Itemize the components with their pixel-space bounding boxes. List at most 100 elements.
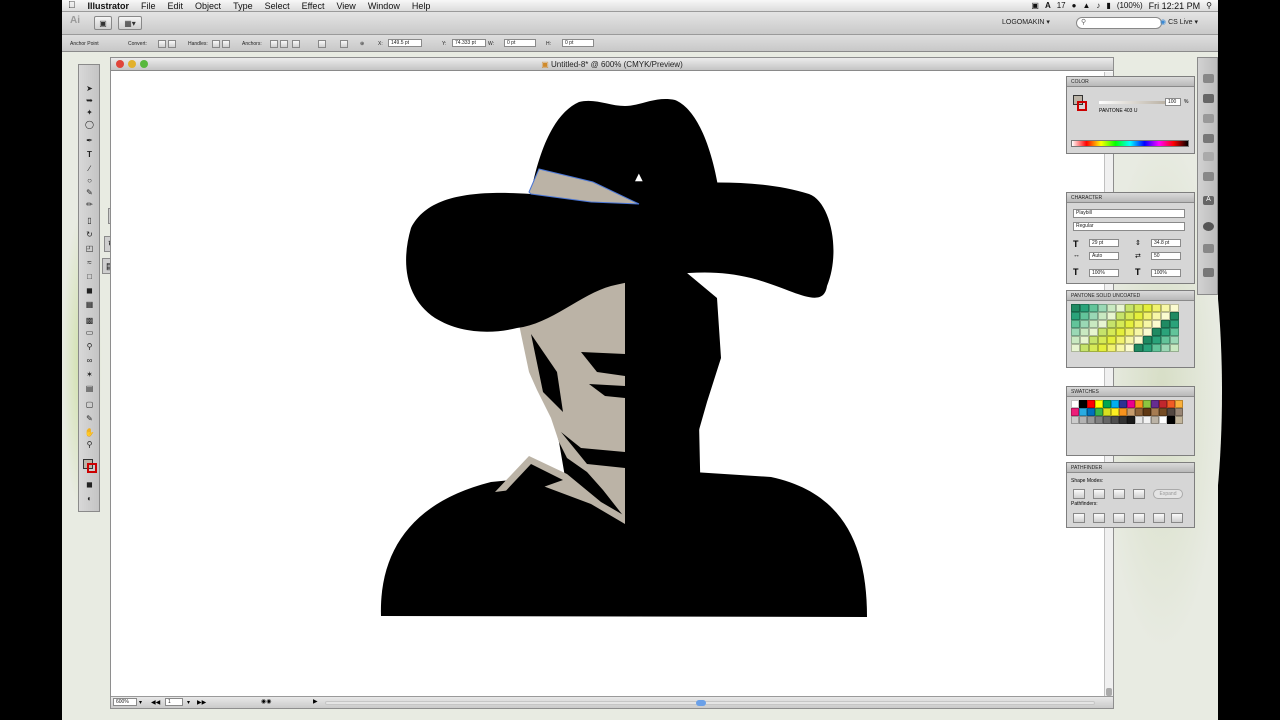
menu-window[interactable]: Window	[362, 1, 406, 11]
pantone-swatch[interactable]	[1089, 344, 1098, 352]
screen-icon[interactable]: ▣	[1031, 1, 1039, 10]
notification-count[interactable]: 17	[1057, 1, 1066, 10]
apple-icon[interactable]: 	[62, 0, 82, 11]
artboard-icon[interactable]: ▢	[83, 399, 96, 410]
dock-symbols-icon[interactable]	[1203, 114, 1214, 123]
pantone-swatch[interactable]	[1089, 320, 1098, 328]
pantone-swatch[interactable]	[1098, 344, 1107, 352]
dock-graphic-styles-icon[interactable]	[1203, 134, 1214, 143]
pantone-swatch[interactable]	[1134, 312, 1143, 320]
crop-button[interactable]	[1133, 513, 1145, 523]
pantone-swatch[interactable]	[1152, 320, 1161, 328]
stroke-swatch[interactable]	[87, 463, 97, 473]
status-menu-icon[interactable]: ▶	[313, 698, 318, 705]
pantone-swatch[interactable]	[1170, 304, 1179, 312]
merge-button[interactable]	[1113, 513, 1125, 523]
pantone-swatch[interactable]	[1161, 328, 1170, 336]
pantone-swatch[interactable]	[1161, 336, 1170, 344]
pantone-swatch[interactable]	[1152, 344, 1161, 352]
horizontal-scale-field[interactable]: 100%	[1151, 269, 1181, 277]
pantone-swatch[interactable]	[1098, 320, 1107, 328]
pantone-swatch[interactable]	[1098, 312, 1107, 320]
pantone-swatch[interactable]	[1089, 328, 1098, 336]
hide-handles-button[interactable]	[212, 40, 220, 48]
color-swatch[interactable]	[1111, 400, 1119, 408]
pantone-swatch[interactable]	[1071, 312, 1080, 320]
font-size-field[interactable]: 29 pt	[1089, 239, 1119, 247]
pantone-swatch[interactable]	[1125, 336, 1134, 344]
color-swatch[interactable]	[1127, 400, 1135, 408]
pantone-swatch[interactable]	[1125, 312, 1134, 320]
eraser-icon[interactable]: ▯	[83, 215, 96, 226]
symbol-sprayer-icon[interactable]: ✶	[83, 369, 96, 380]
pantone-swatch-grid[interactable]	[1071, 304, 1179, 352]
first-artboard-icon[interactable]: ◀◀	[151, 699, 160, 706]
swatch-grid[interactable]	[1071, 400, 1183, 424]
selection-tool-arrow-icon[interactable]: ➤	[83, 83, 96, 94]
search-icon[interactable]: ⚲	[1206, 1, 1212, 10]
pantone-swatch[interactable]	[1107, 344, 1116, 352]
reference-point-button[interactable]	[340, 40, 348, 48]
artboard-canvas[interactable]: ▲	[111, 72, 1113, 696]
pantone-swatch[interactable]	[1161, 304, 1170, 312]
hand-icon[interactable]: ✋	[83, 427, 96, 438]
font-family-field[interactable]: Playbill	[1073, 209, 1185, 218]
color-swatch[interactable]	[1103, 408, 1111, 416]
perspective-icon[interactable]: ▦	[83, 299, 96, 310]
pantone-swatch[interactable]	[1116, 336, 1125, 344]
color-swatch[interactable]	[1095, 416, 1103, 424]
pantone-swatch[interactable]	[1125, 304, 1134, 312]
slice-icon[interactable]: ✎	[83, 413, 96, 424]
tint-slider[interactable]	[1099, 101, 1165, 104]
color-swatch[interactable]	[1175, 416, 1183, 424]
color-swatch[interactable]	[1151, 416, 1159, 424]
color-swatch[interactable]	[1079, 416, 1087, 424]
eyedropper-icon[interactable]: ⚲	[83, 341, 96, 352]
battery-icon[interactable]: ▮	[1106, 1, 1110, 10]
divide-button[interactable]	[1073, 513, 1085, 523]
pantone-swatch[interactable]	[1161, 312, 1170, 320]
color-swatch[interactable]	[1143, 400, 1151, 408]
swatches-panel-title[interactable]: SWATCHES	[1067, 387, 1194, 397]
pantone-swatch[interactable]	[1143, 312, 1152, 320]
color-swatch[interactable]	[1111, 416, 1119, 424]
color-mode-icon[interactable]: ◼	[83, 479, 96, 490]
pantone-swatch[interactable]	[1089, 304, 1098, 312]
color-swatch[interactable]	[1167, 400, 1175, 408]
color-stroke-swatch[interactable]	[1077, 101, 1087, 111]
help-search-input[interactable]: ⚲	[1076, 17, 1162, 29]
dock-stroke-icon[interactable]	[1203, 152, 1214, 161]
color-swatch[interactable]	[1151, 400, 1159, 408]
color-swatch[interactable]	[1087, 416, 1095, 424]
pantone-swatch[interactable]	[1170, 336, 1179, 344]
rotate-icon[interactable]: ↻	[83, 229, 96, 240]
pantone-swatch[interactable]	[1116, 320, 1125, 328]
pantone-swatch[interactable]	[1098, 336, 1107, 344]
intersect-button[interactable]	[1113, 489, 1125, 499]
dock-color-guide-icon[interactable]	[1203, 74, 1214, 83]
shape-builder-icon[interactable]: ◼	[83, 285, 96, 296]
color-swatch[interactable]	[1071, 416, 1079, 424]
pantone-swatch[interactable]	[1143, 328, 1152, 336]
pantone-swatch[interactable]	[1071, 344, 1080, 352]
dock-links-icon[interactable]	[1203, 268, 1214, 277]
minus-back-button[interactable]	[1171, 513, 1183, 523]
close-icon[interactable]	[116, 60, 124, 68]
tint-field[interactable]: 100	[1165, 98, 1181, 106]
pantone-swatch[interactable]	[1143, 304, 1152, 312]
drawing-mode-icon[interactable]: ◐	[83, 493, 96, 504]
outline-button[interactable]	[1153, 513, 1165, 523]
pantone-swatch[interactable]	[1143, 336, 1152, 344]
artboard-dropdown-icon[interactable]: ▾	[187, 699, 190, 706]
pantone-swatch[interactable]	[1071, 320, 1080, 328]
color-swatch[interactable]	[1095, 400, 1103, 408]
color-swatch[interactable]	[1143, 416, 1151, 424]
pantone-swatch[interactable]	[1143, 344, 1152, 352]
color-panel-title[interactable]: COLOR	[1067, 77, 1194, 87]
w-field[interactable]: 0 pt	[504, 39, 536, 47]
exclude-button[interactable]	[1133, 489, 1145, 499]
color-swatch[interactable]	[1127, 408, 1135, 416]
pantone-swatch[interactable]	[1080, 336, 1089, 344]
menu-view[interactable]: View	[330, 1, 361, 11]
minimize-icon[interactable]	[128, 60, 136, 68]
